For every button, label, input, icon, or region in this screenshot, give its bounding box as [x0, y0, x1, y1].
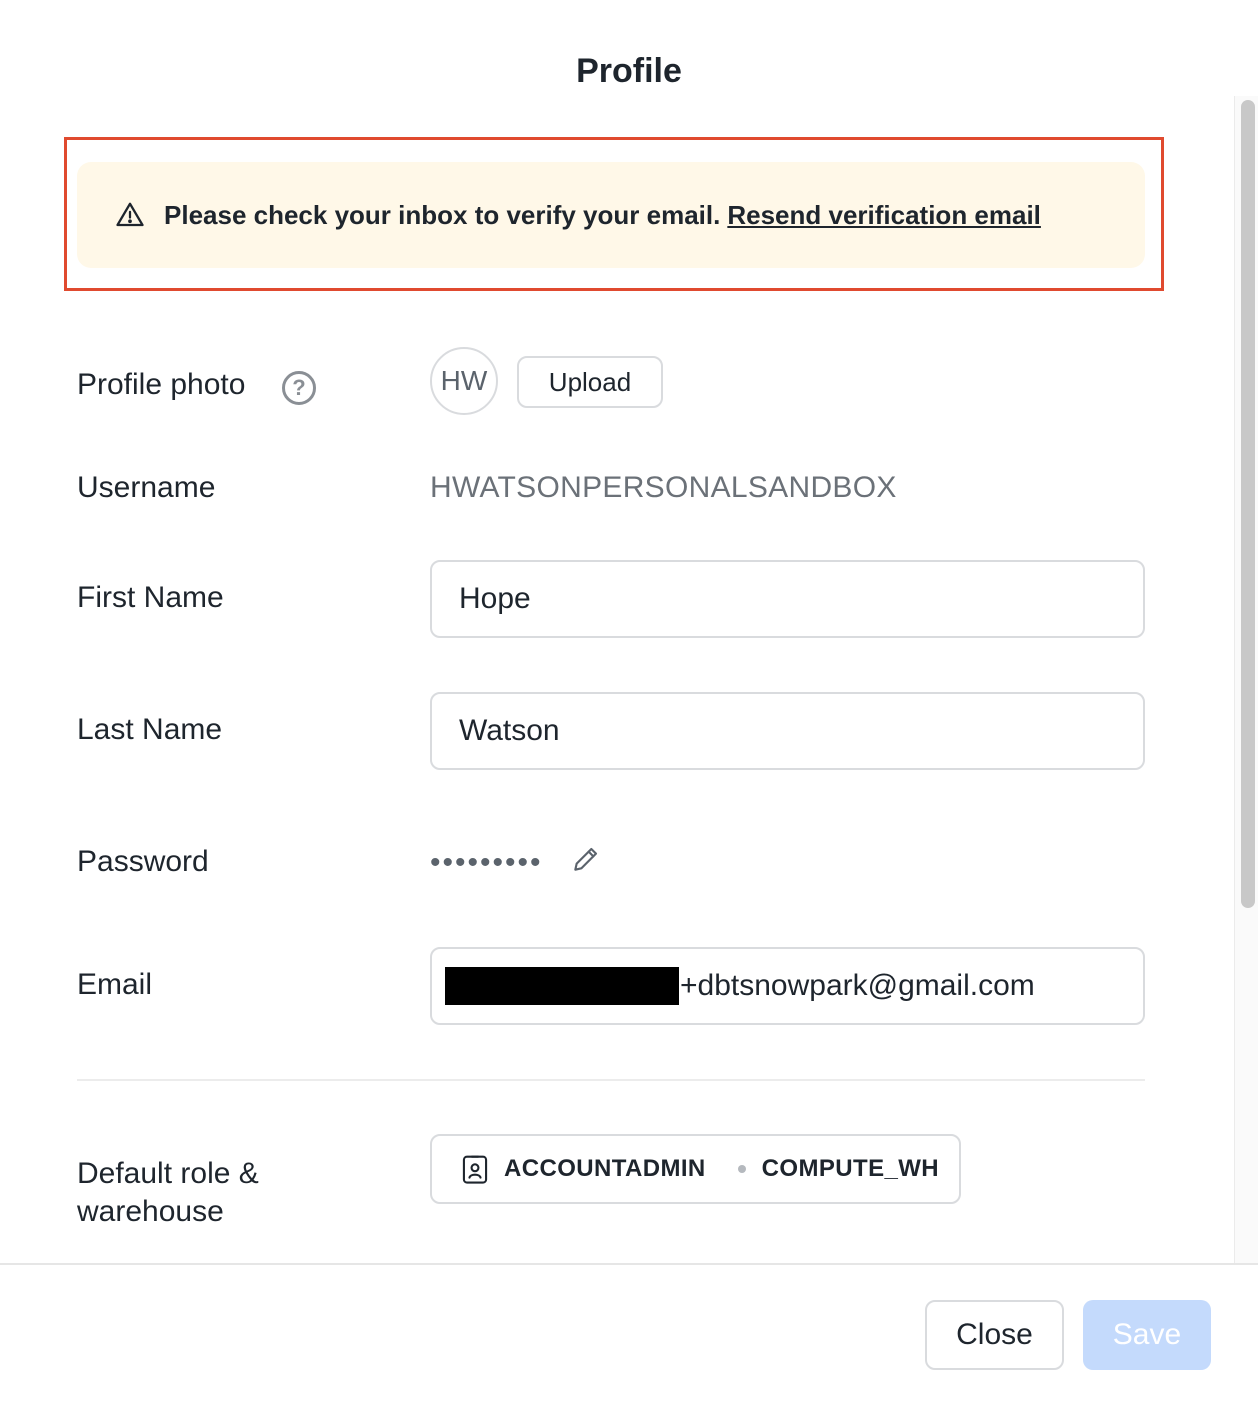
username-value: HWATSONPERSONALSANDBOX [430, 471, 897, 504]
role-warehouse-selector[interactable]: ACCOUNTADMIN COMPUTE_WH [430, 1134, 961, 1204]
verification-banner: Please check your inbox to verify your e… [77, 162, 1145, 268]
dialog-footer [0, 1263, 1258, 1404]
email-visible-text: +dbtsnowpark@gmail.com [680, 969, 1035, 1002]
email-label: Email [77, 968, 153, 1001]
close-button[interactable]: Close [925, 1300, 1064, 1370]
default-role-label: Default role & warehouse [77, 1157, 259, 1228]
email-input[interactable]: +dbtsnowpark@gmail.com [430, 947, 1145, 1025]
password-masked: ••••••••• [430, 846, 543, 879]
dialog-title: Profile [576, 52, 682, 90]
password-label: Password [77, 845, 209, 878]
pencil-icon[interactable] [570, 843, 602, 875]
upload-button[interactable]: Upload [517, 356, 663, 408]
first-name-input[interactable] [430, 560, 1145, 638]
username-label: Username [77, 471, 216, 504]
warning-triangle-icon [115, 200, 145, 230]
last-name-input[interactable] [430, 692, 1145, 770]
last-name-label: Last Name [77, 713, 223, 746]
scrollbar-thumb[interactable] [1241, 100, 1255, 908]
email-redaction [445, 967, 679, 1005]
separator-dot [737, 1165, 746, 1173]
avatar: HW [430, 347, 498, 415]
role-name: ACCOUNTADMIN [504, 1155, 706, 1182]
section-divider [77, 1079, 1145, 1081]
first-name-label: First Name [77, 581, 224, 614]
id-badge-icon [460, 1153, 490, 1185]
banner-message: Please check your inbox to verify your e… [164, 199, 721, 230]
profile-photo-label: Profile photo [77, 368, 246, 401]
save-button[interactable]: Save [1083, 1300, 1211, 1370]
warehouse-name: COMPUTE_WH [761, 1155, 940, 1182]
help-icon[interactable]: ? [282, 371, 316, 405]
resend-verification-link[interactable]: Resend verification email [727, 200, 1041, 231]
